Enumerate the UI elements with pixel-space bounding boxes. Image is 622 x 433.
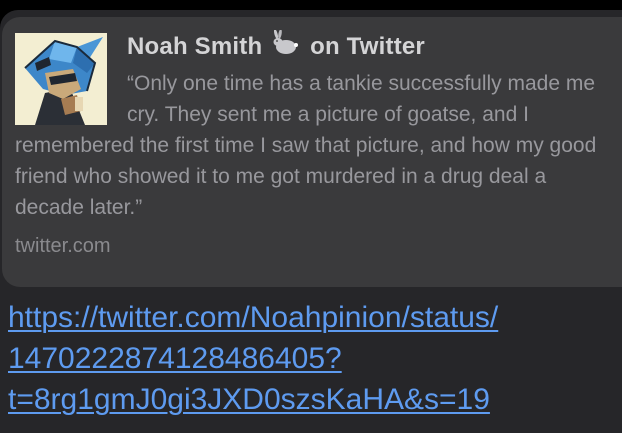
message-link[interactable]: https://twitter.com/Noahpinion/status/ 1… — [8, 297, 618, 420]
link-source-domain: twitter.com — [15, 235, 111, 257]
title-suffix: on Twitter — [310, 33, 425, 60]
link-preview-title: Noah Smith on Twitter — [127, 29, 425, 63]
rabbit-icon — [271, 29, 299, 63]
link-line-1[interactable]: https://twitter.com/Noahpinion/status/ — [8, 297, 618, 338]
tweet-quote: “Only one time has a tankie successfully… — [15, 68, 615, 223]
link-line-2[interactable]: 1470222874128486405? — [8, 338, 618, 379]
author-name: Noah Smith — [127, 33, 263, 60]
link-line-3[interactable]: t=8rg1gmJ0gi3JXD0szsKaHA&s=19 — [8, 379, 618, 420]
